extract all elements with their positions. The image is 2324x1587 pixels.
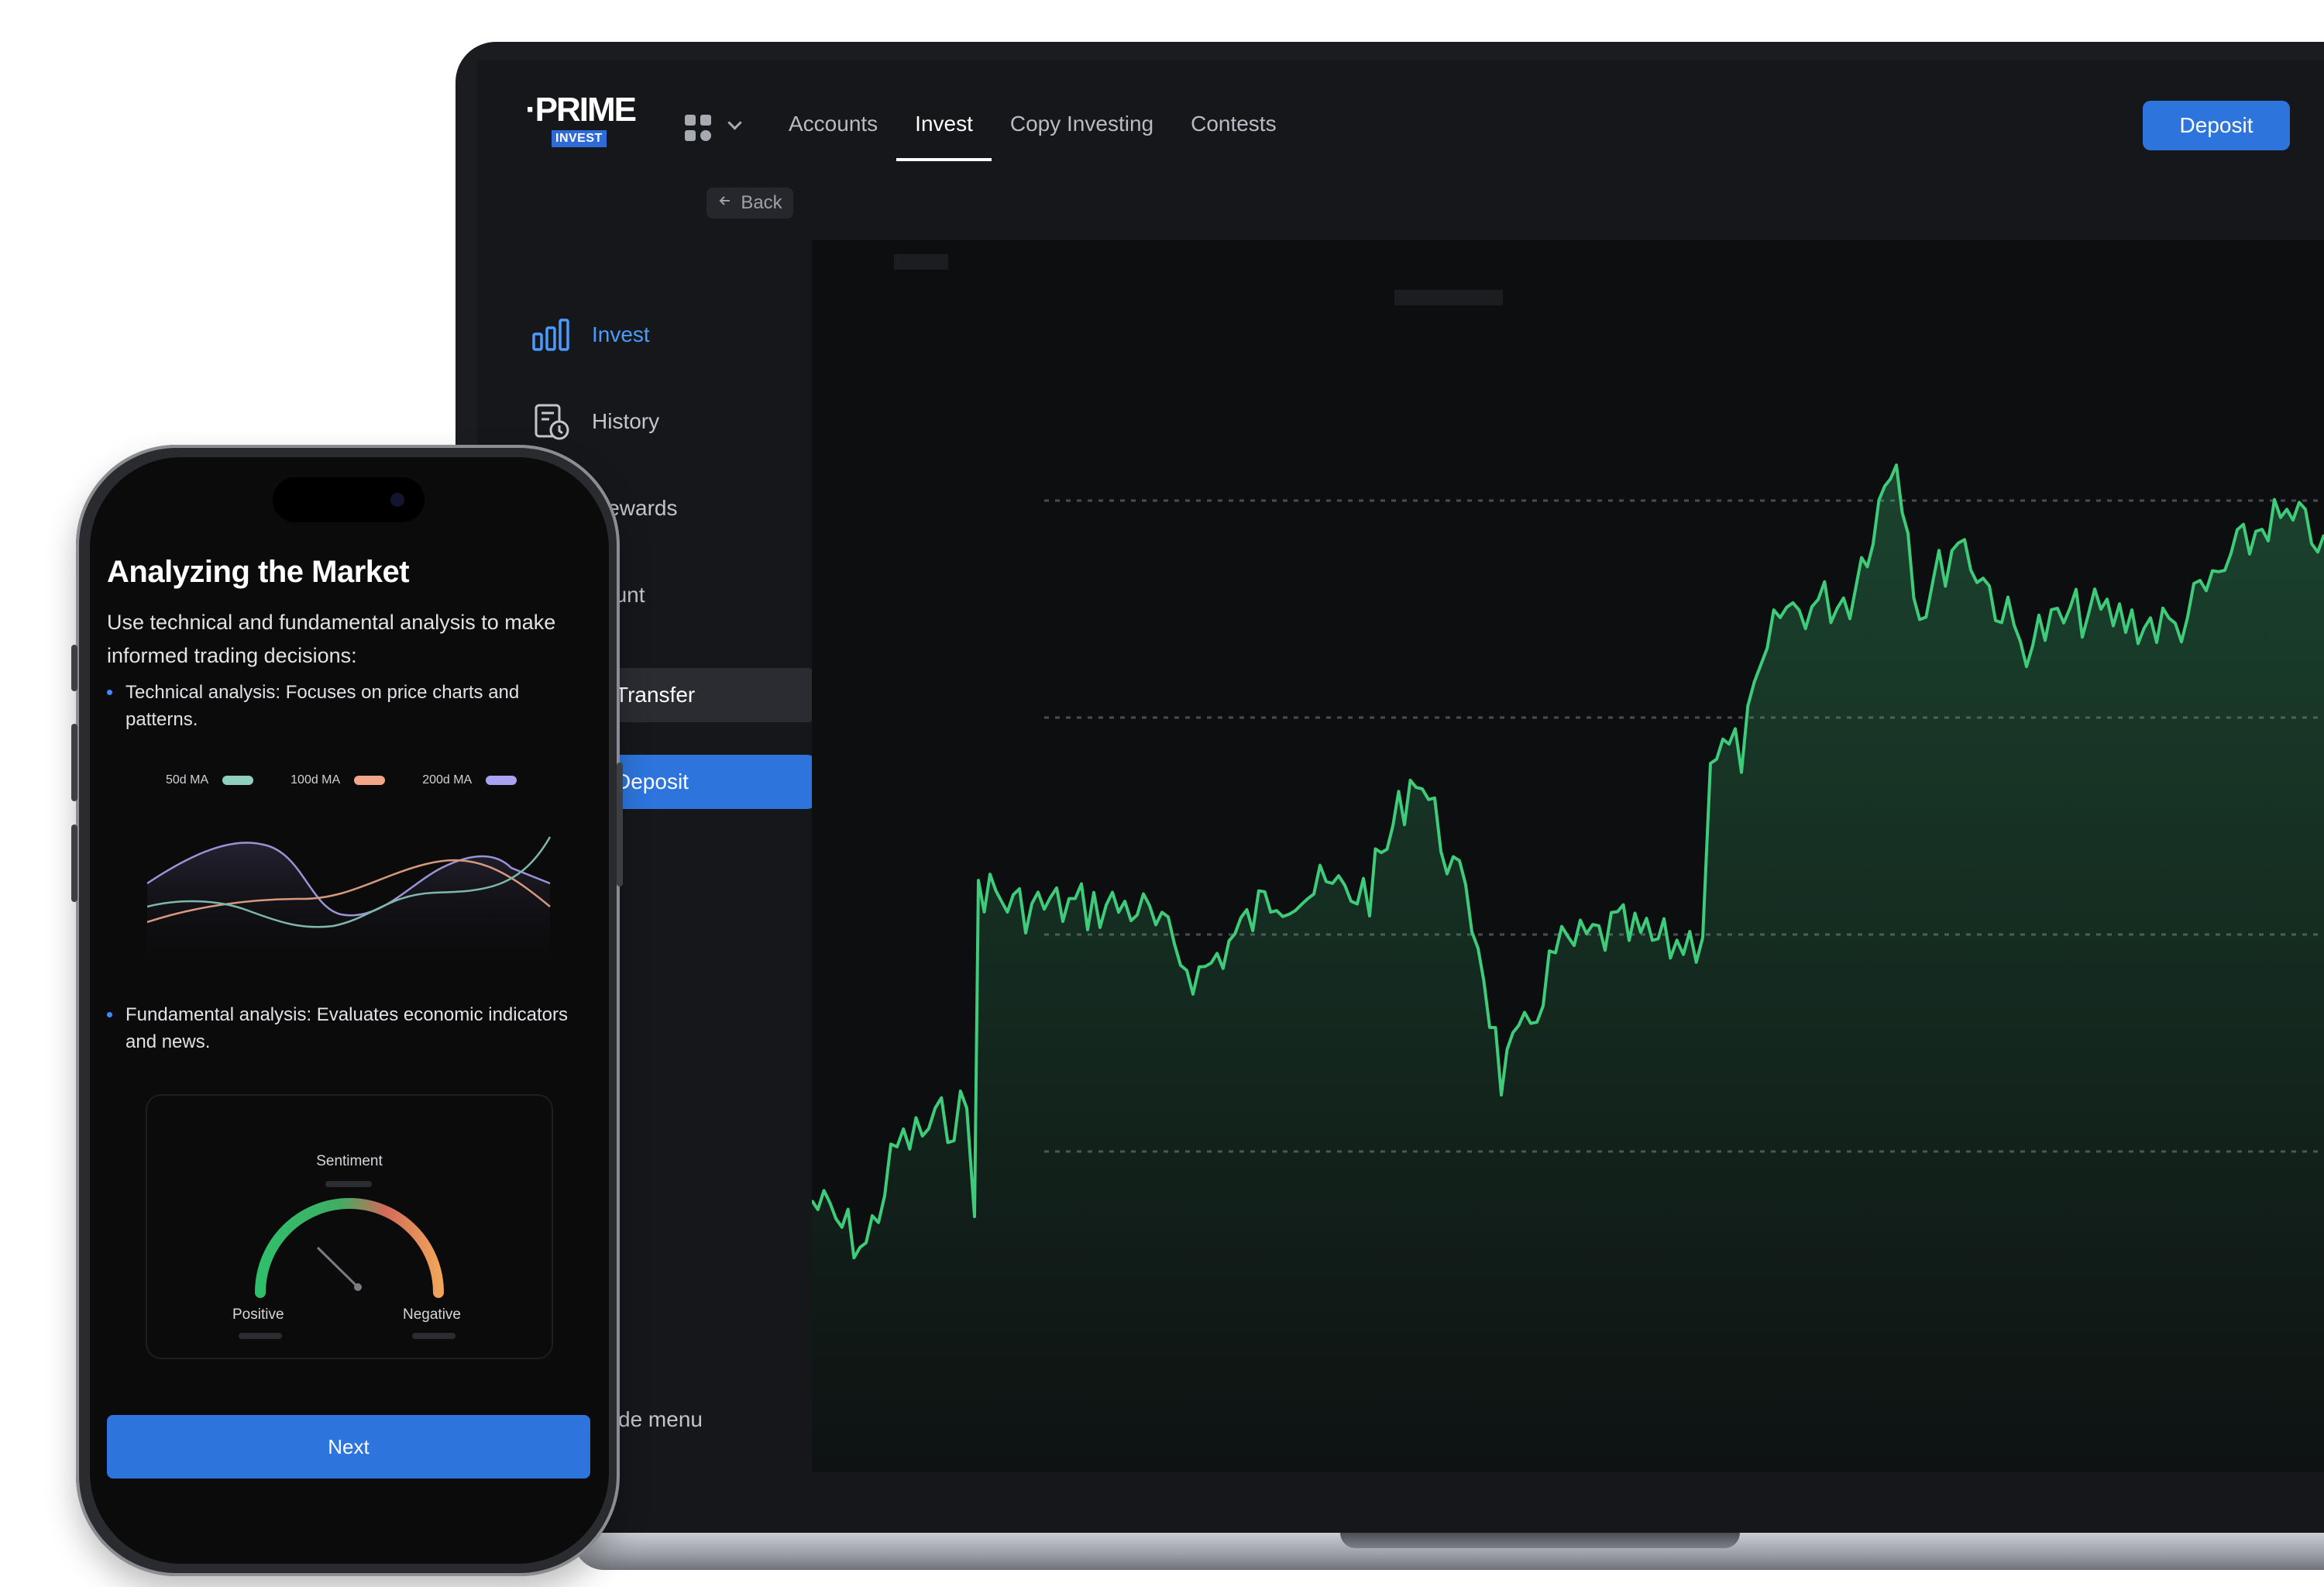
bullet-fundamental: Fundamental analysis: Evaluates economic… bbox=[107, 1001, 587, 1055]
legend-200d: 200d MA bbox=[422, 773, 517, 787]
nav-tabs: Accounts Invest Copy Investing Contests bbox=[789, 112, 1277, 161]
back-label: Back bbox=[741, 192, 782, 213]
tab-accounts[interactable]: Accounts bbox=[789, 112, 878, 161]
phone-volume-down bbox=[71, 824, 77, 902]
sentiment-gauge bbox=[255, 1198, 444, 1298]
legend-50d: 50d MA bbox=[166, 773, 254, 787]
tab-invest[interactable]: Invest bbox=[896, 112, 992, 161]
arrow-left-icon bbox=[717, 192, 733, 214]
sentiment-card: Sentiment Positive Negative bbox=[146, 1094, 553, 1359]
chevron-down-icon bbox=[727, 115, 742, 130]
grid-icon bbox=[685, 115, 711, 141]
sidebar-item-label: Invest bbox=[592, 322, 650, 346]
sidebar-item-invest[interactable]: Invest bbox=[531, 312, 650, 358]
laptop-screen: ·PRIME INVEST Accounts Invest Copy Inves… bbox=[477, 60, 2324, 1533]
logo-badge: INVEST bbox=[552, 130, 607, 147]
gauge-positive-label: Positive bbox=[232, 1306, 284, 1323]
gauge-negative-label: Negative bbox=[403, 1306, 461, 1323]
tab-contests[interactable]: Contests bbox=[1191, 112, 1277, 161]
top-nav: ·PRIME INVEST Accounts Invest Copy Inves… bbox=[477, 60, 2324, 184]
next-button[interactable]: Next bbox=[107, 1415, 590, 1479]
positive-value-placeholder bbox=[239, 1333, 282, 1339]
laptop-hinge bbox=[1340, 1533, 1740, 1548]
price-area-chart bbox=[812, 463, 2324, 1472]
history-receipt-icon bbox=[531, 402, 570, 441]
page-title: Analyzing the Market bbox=[107, 555, 410, 589]
tab-copy-investing[interactable]: Copy Investing bbox=[1010, 112, 1153, 161]
price-chart[interactable] bbox=[812, 240, 2324, 1472]
phone-screen: Analyzing the Market Use technical and f… bbox=[90, 457, 609, 1564]
legend-swatch bbox=[222, 776, 254, 785]
logo-text: ·PRIME bbox=[525, 91, 637, 129]
ma-legend: 50d MA 100d MA 200d MA bbox=[166, 773, 517, 787]
phone-action-button bbox=[71, 645, 77, 691]
bar-chart-icon bbox=[531, 315, 570, 354]
camera-icon bbox=[390, 493, 404, 507]
back-button[interactable]: Back bbox=[706, 188, 793, 219]
legend-swatch bbox=[486, 776, 517, 785]
gauge-needle bbox=[316, 1246, 359, 1288]
price-area-fill bbox=[812, 465, 2324, 1472]
page-subtitle: Use technical and fundamental analysis t… bbox=[107, 611, 556, 667]
dynamic-island bbox=[273, 477, 425, 522]
logo[interactable]: ·PRIME INVEST bbox=[525, 91, 637, 147]
bullet-technical: Technical analysis: Focuses on price cha… bbox=[107, 679, 587, 733]
apps-menu-button[interactable] bbox=[685, 110, 755, 141]
bullet-dot-icon bbox=[107, 1012, 112, 1017]
sidebar-item-history[interactable]: History bbox=[531, 398, 659, 445]
phone-side-button bbox=[617, 763, 623, 886]
legend-100d: 100d MA bbox=[290, 773, 386, 787]
sidebar-item-label: History bbox=[592, 409, 660, 433]
negative-value-placeholder bbox=[412, 1333, 456, 1339]
deposit-button[interactable]: Deposit bbox=[2143, 101, 2290, 150]
legend-swatch bbox=[354, 776, 386, 785]
phone-volume-up bbox=[71, 724, 77, 801]
moving-average-chart bbox=[147, 836, 552, 976]
bullet-dot-icon bbox=[107, 690, 112, 695]
